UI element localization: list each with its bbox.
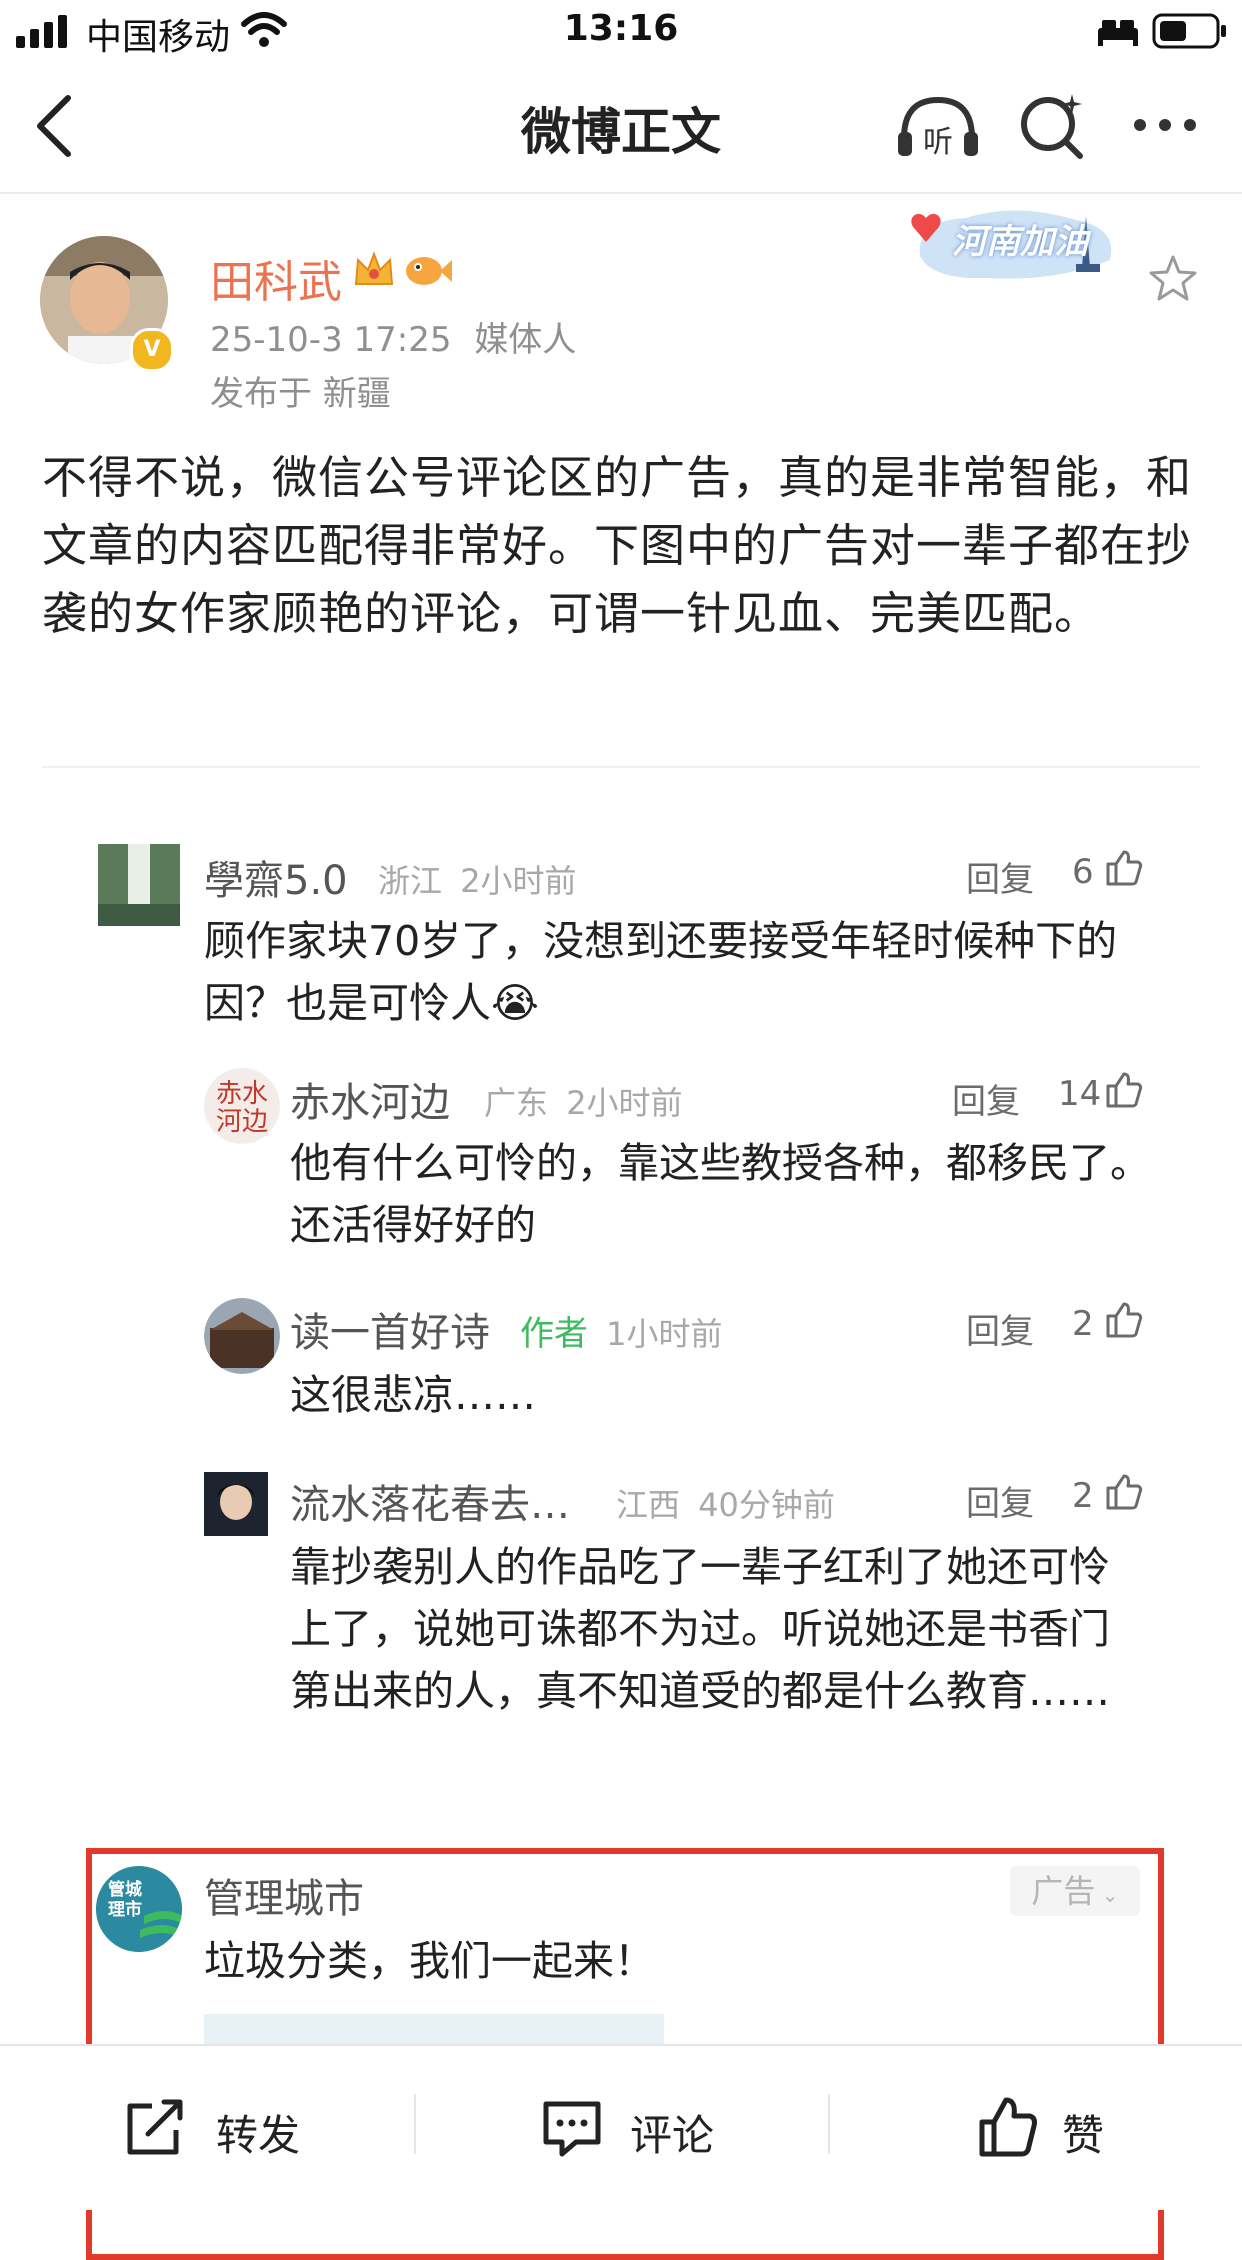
comment-time: 40分钟前 [698,1486,835,1524]
reply-button[interactable]: 回复 [952,1074,1020,1123]
ad-text: 垃圾分类，我们一起来！ [204,1937,655,1985]
post-location: 发布于 新疆 [210,374,391,414]
comment-username[interactable]: 读一首好诗 [290,1300,490,1358]
henan-sticker: 河南加油 [906,198,1130,286]
search-icon[interactable] [1018,90,1084,160]
author-tag: 作者 [520,1314,588,1354]
bottom-toolbar: 转发 评论 赞 [0,2044,1242,2210]
thumbs-up-icon[interactable] [1104,1472,1144,1512]
thumbs-up-icon[interactable] [1104,848,1144,888]
status-bar: 中国移动 13:16 [0,0,1242,62]
comment-button[interactable]: 评论 [540,2092,780,2162]
battery-icon [1152,13,1226,49]
thumbs-up-icon [979,2097,1037,2157]
ad-badge[interactable]: 广告 ⌄ [1010,1866,1140,1916]
svg-text:河边: 河边 [216,1107,268,1137]
comment-time: 1小时前 [606,1315,723,1353]
reply-button[interactable]: 回复 [966,1304,1034,1353]
comment-time: 2小时前 [460,862,577,900]
comment-text: 这很悲凉…… [290,1371,536,1419]
comment-region: 浙江 [378,862,443,900]
clock: 13:16 [563,8,679,49]
crown-badge-icon [354,251,394,285]
ad-badge-label: 广告 [1031,1872,1096,1910]
comment-label: 评论 [630,2111,715,2160]
divider [42,766,1200,768]
post-body: 不得不说，微信公号评论区的广告，真的是非常智能，和文章的内容匹配得非常好。下图中… [42,451,1193,640]
comment-username[interactable]: 學齋5.0 [204,848,348,906]
svg-text:赤水: 赤水 [216,1079,268,1109]
star-favorite-icon[interactable] [1148,254,1198,302]
thumbs-up-icon[interactable] [1104,1300,1144,1340]
comment-avatar[interactable] [98,844,180,926]
svg-text:听: 听 [923,125,953,160]
ad-logo[interactable]: 管城理市 [96,1866,182,1952]
comment-meta: 江西 40分钟前 [616,1480,835,1526]
comment-meta: 作者 1小时前 [520,1306,723,1355]
listen-icon[interactable]: 听 [896,94,980,160]
like-count: 14 [1058,1074,1102,1114]
sticker-text: 河南加油 [952,222,1088,262]
alarm-bed-icon [1098,20,1138,46]
comment-username-text: 读一首好诗 [290,1310,490,1356]
comment-region: 江西 [616,1486,681,1524]
comment-region: 广东 [484,1084,549,1122]
comment-avatar[interactable] [204,1472,268,1536]
comment-username[interactable]: 赤水河边 [290,1070,450,1128]
chevron-down-icon: ⌄ [1095,1883,1119,1907]
toolbar-separator [828,2094,830,2154]
author-name[interactable]: 田科武 [210,246,342,310]
post-timestamp: 25-10-3 17:25 [210,320,452,360]
repost-label: 转发 [216,2111,301,2160]
comment-avatar[interactable] [204,1298,280,1374]
comment-time: 2小时前 [566,1084,683,1122]
comment-avatar[interactable]: 赤水 河边 [204,1068,280,1144]
repost-button[interactable]: 转发 [124,2092,364,2162]
comment-text: 他有什么可怜的，靠这些教授各种，都移民了。还活得好好的 [290,1139,1151,1249]
comment-text: 顾作家块70岁了，没想到还要接受年轻时候种下的因？也是可怜人😭 [204,917,1118,1027]
comment-meta: 浙江 2小时前 [378,856,577,902]
ad-advertiser-name[interactable]: 管理城市 [204,1866,364,1924]
comment-username[interactable]: 流水落花春去… [290,1472,570,1530]
fish-badge-icon [406,257,452,285]
comment-meta: 广东 2小时前 [484,1078,683,1124]
like-count: 6 [1072,852,1094,892]
post-meta: 25-10-3 17:25 媒体人 [210,312,576,361]
reply-button[interactable]: 回复 [966,852,1034,901]
like-count: 2 [1072,1304,1094,1344]
ad-image[interactable] [204,2014,664,2046]
thumbs-up-icon[interactable] [1104,1070,1144,1110]
comment-icon [543,2101,601,2157]
navigation-bar: 微博正文 听 [0,62,1242,194]
more-icon[interactable] [1130,114,1200,136]
ad-logo-text: 管城理市 [108,1880,142,1920]
like-button[interactable]: 赞 [976,2092,1156,2162]
repost-icon [127,2099,183,2155]
author-role: 媒体人 [474,320,577,360]
verified-badge-icon: V [130,328,174,372]
like-label: 赞 [1062,2111,1105,2160]
reply-button[interactable]: 回复 [966,1476,1034,1525]
comment-text: 靠抄袭别人的作品吃了一辈子红利了她还可怜上了，说她可诛都不为过。听说她还是书香门… [290,1543,1110,1715]
toolbar-separator [414,2094,416,2154]
like-count: 2 [1072,1476,1094,1516]
